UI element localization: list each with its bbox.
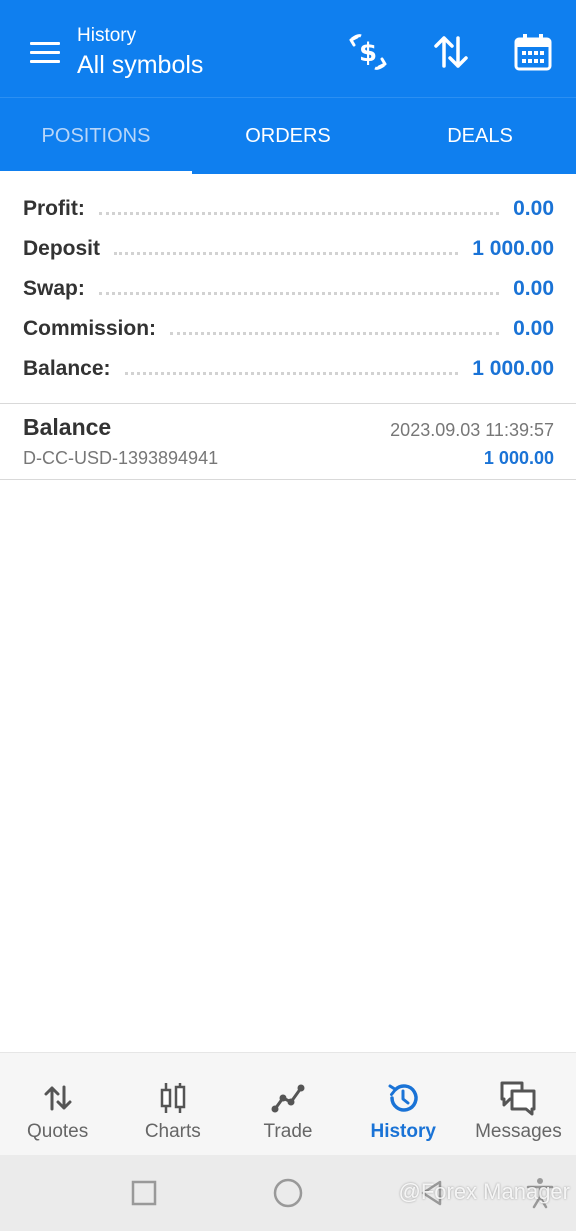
page-title: All symbols [77,51,204,79]
summary-row-commission: Commission: 0.00 [23,309,554,349]
deal-time: 2023.09.03 11:39:57 [390,420,554,440]
nav-label: Trade [263,1121,313,1142]
summary-value: 1 000.00 [472,357,554,380]
calendar-icon [514,34,552,71]
tab-bar: POSITIONS ORDERS DEALS [0,97,576,175]
svg-text:$: $ [359,38,377,68]
nav-charts[interactable]: Charts [115,1053,230,1155]
divider [0,479,576,480]
home-icon [273,1178,303,1208]
dotted-leader [124,371,459,375]
system-navigation-bar: @Forex Manager [0,1155,576,1231]
sort-icon [434,36,468,68]
deal-amount: 1 000.00 [483,448,554,468]
home-button[interactable] [268,1173,308,1213]
list-item[interactable]: Balance D-CC-USD-1393894941 2023.09.03 1… [0,404,576,480]
nav-label: Messages [475,1121,562,1142]
history-icon [383,1079,423,1117]
summary-row-profit: Profit: 0.00 [23,189,554,229]
nav-label: Quotes [26,1121,89,1142]
currency-exchange-button[interactable]: $ [346,30,390,74]
menu-button[interactable] [22,30,66,74]
charts-icon [153,1079,193,1117]
summary-panel: Profit: 0.00 Deposit 1 000.00 Swap: 0.00… [0,174,576,403]
summary-row-deposit: Deposit 1 000.00 [23,229,554,269]
summary-label: Profit: [23,197,85,220]
recents-icon [131,1180,157,1206]
menu-icon [30,41,60,45]
nav-quotes[interactable]: Quotes [0,1053,115,1155]
deal-name: Balance [23,414,112,440]
deal-comment: D-CC-USD-1393894941 [23,448,219,468]
app-bar: History All symbols $ [0,0,576,97]
watermark: @Forex Manager [398,1179,570,1204]
sort-button[interactable] [429,30,473,74]
summary-label: Commission: [23,317,157,340]
tab-deals[interactable]: DEALS [384,98,576,174]
summary-value: 1 000.00 [472,237,554,260]
summary-row-balance: Balance: 1 000.00 [23,349,554,389]
nav-messages[interactable]: Messages [461,1053,576,1155]
calendar-button[interactable] [511,30,555,74]
dotted-leader [98,291,500,295]
bottom-navigation: Quotes Charts Trade History Messages [0,1052,576,1155]
currency-exchange-icon: $ [349,34,387,70]
tab-positions[interactable]: POSITIONS [0,98,192,175]
nav-history[interactable]: History [346,1053,461,1155]
summary-value: 0.00 [513,317,554,340]
recents-button[interactable] [124,1173,164,1213]
summary-row-swap: Swap: 0.00 [23,269,554,309]
summary-label: Deposit [23,237,101,260]
nav-label: History [370,1121,436,1142]
dotted-leader [170,331,500,335]
title-block[interactable]: History All symbols [77,24,203,82]
dotted-leader [114,251,459,255]
summary-label: Swap: [23,277,85,300]
quotes-icon [38,1079,78,1117]
messages-icon [498,1079,538,1117]
summary-label: Balance: [23,357,111,380]
dotted-leader [98,211,500,215]
summary-value: 0.00 [513,197,554,220]
nav-label: Charts [144,1121,201,1142]
nav-trade[interactable]: Trade [230,1053,345,1155]
tab-orders[interactable]: ORDERS [192,98,384,174]
trade-icon [268,1079,308,1117]
summary-value: 0.00 [513,277,554,300]
page-subtitle: History [77,25,137,46]
